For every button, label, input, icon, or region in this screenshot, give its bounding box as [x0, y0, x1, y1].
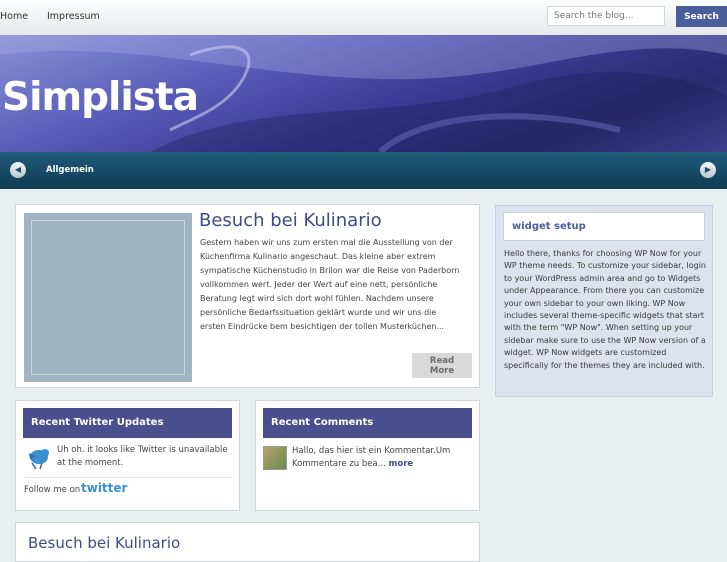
search-button[interactable]: Search	[676, 6, 727, 27]
follow-text: Follow me on	[24, 485, 81, 495]
comment-excerpt[interactable]: Hallo, das hier ist ein Kommentar.Um Kom…	[292, 446, 450, 469]
category-bar: ◀ Allgemein ▶	[0, 152, 727, 189]
arrow-right-icon[interactable]: ▶	[700, 162, 716, 178]
post-title[interactable]: Besuch bei Kulinario	[199, 210, 382, 231]
widget-text: Hello there, thanks for choosing WP Now …	[504, 249, 706, 370]
post-card: Besuch bei Kulinario	[15, 522, 480, 562]
post-thumbnail[interactable]	[24, 213, 192, 382]
site-logo[interactable]: Simplista	[2, 75, 199, 120]
avatar[interactable]	[263, 446, 287, 470]
nav-impressum[interactable]: Impressum	[47, 11, 100, 22]
search-input[interactable]	[547, 6, 665, 26]
twitter-widget: Recent Twitter Updates Uh oh. it looks l…	[15, 400, 240, 511]
post-excerpt: Gestern haben wir uns zum ersten mal die…	[200, 238, 460, 331]
sidebar-widget: widget setup Hello there, thanks for cho…	[495, 205, 713, 397]
read-more-button[interactable]: Read More	[412, 353, 472, 378]
twitter-bird-icon	[29, 449, 49, 470]
comment-more-link[interactable]: more	[389, 459, 414, 469]
nav-home[interactable]: Home	[0, 11, 28, 22]
recent-comments-widget: Recent Comments Hallo, das hier ist ein …	[255, 400, 480, 511]
arrow-left-icon[interactable]: ◀	[10, 162, 26, 178]
twitter-widget-title: Recent Twitter Updates	[23, 408, 232, 438]
second-post-title[interactable]: Besuch bei Kulinario	[28, 534, 180, 552]
comment-text: Hallo, das hier ist ein Kommentar.Um Kom…	[292, 445, 472, 471]
divider	[24, 477, 232, 478]
header-banner: Simplista	[0, 35, 727, 152]
twitter-message: Uh oh. it looks like Twitter is unavaila…	[57, 445, 228, 468]
top-bar: Home Impressum Search	[0, 0, 727, 35]
twitter-logo-link[interactable]: twitter	[81, 481, 127, 495]
widget-title: widget setup	[503, 212, 705, 241]
featured-post: Besuch bei Kulinario Gestern haben wir u…	[15, 204, 480, 388]
recent-comments-title: Recent Comments	[263, 408, 472, 438]
category-label[interactable]: Allgemein	[46, 165, 94, 175]
